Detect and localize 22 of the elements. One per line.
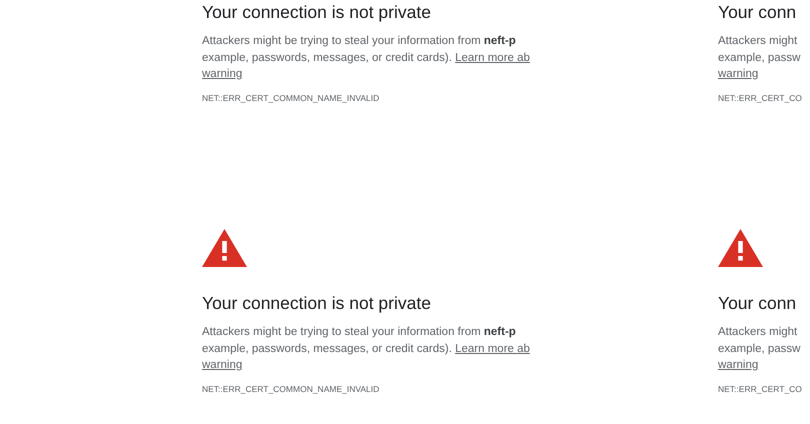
warning-text: example, passw bbox=[718, 342, 800, 354]
warning-text: example, passw bbox=[718, 52, 800, 64]
page-heading: Your conn bbox=[718, 292, 796, 315]
learn-more-link[interactable]: warning bbox=[718, 359, 758, 371]
learn-more-link[interactable]: warning bbox=[202, 68, 242, 80]
error-code: NET::ERR_CERT_CO bbox=[718, 383, 802, 395]
page-heading: Your conn bbox=[718, 1, 796, 24]
warning-text: Attackers might be trying to steal your information from neft-p bbox=[202, 326, 516, 338]
page-heading: Your connection is not private bbox=[202, 292, 431, 315]
warning-text: example, passwords, messages, or credit cards). bbox=[202, 342, 452, 354]
error-code: NET::ERR_CERT_COMMON_NAME_INVALID bbox=[202, 383, 380, 395]
warning-text: Attackers might bbox=[718, 326, 798, 338]
error-code: NET::ERR_CERT_COMMON_NAME_INVALID bbox=[202, 92, 380, 104]
learn-more-link[interactable]: warning bbox=[718, 68, 758, 80]
learn-more-link[interactable]: warning bbox=[202, 359, 242, 371]
page-heading: Your connection is not private bbox=[202, 1, 431, 24]
warning-text: Attackers might be trying to steal your information from neft-p bbox=[202, 35, 516, 47]
learn-more-link[interactable]: Learn more ab bbox=[455, 52, 530, 64]
warning-text: example, passwords, messages, or credit cards). bbox=[202, 52, 452, 64]
error-code: NET::ERR_CERT_CO bbox=[718, 92, 802, 104]
learn-more-link[interactable]: Learn more ab bbox=[455, 342, 530, 354]
warning-text: Attackers might bbox=[718, 35, 798, 47]
